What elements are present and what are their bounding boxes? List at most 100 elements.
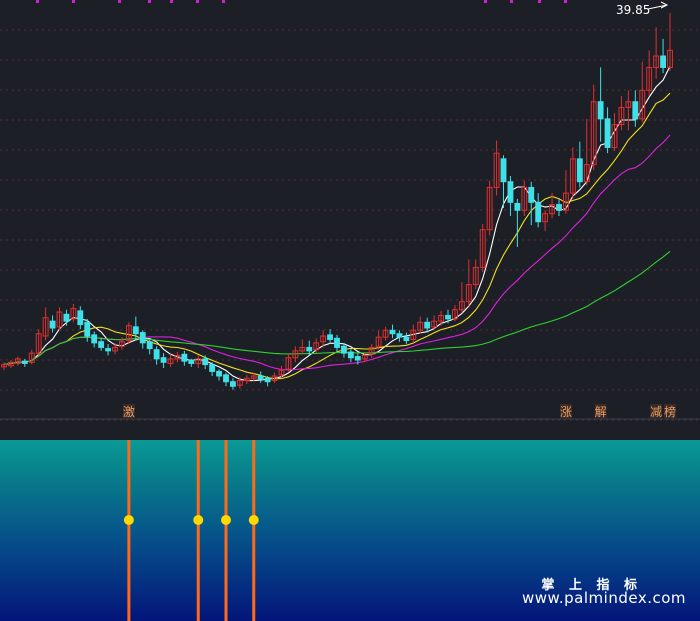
candle: [653, 27, 660, 79]
candle: [660, 38, 666, 74]
candle: [216, 369, 222, 381]
candle: [493, 140, 500, 196]
candle-body: [306, 346, 313, 352]
signal-panel: 掌 上 指 标 www.palmindex.com: [0, 440, 700, 621]
candle-body: [500, 158, 507, 183]
candle: [77, 306, 84, 330]
candle-body: [576, 158, 583, 183]
candle: [209, 362, 216, 376]
candle: [563, 170, 569, 214]
candle-body: [146, 341, 153, 350]
candle: [479, 224, 486, 272]
signal-dot: [193, 515, 204, 525]
candle: [188, 358, 195, 367]
candle-body: [105, 348, 111, 352]
event-marker-label: 激: [123, 405, 135, 419]
event-marker: 减: [650, 404, 662, 419]
candle: [285, 353, 292, 372]
candle: [604, 107, 611, 154]
candle: [181, 350, 188, 366]
candle: [195, 355, 202, 368]
top-edge-mark: [36, 0, 39, 3]
candle-body: [604, 118, 611, 148]
candle-body: [230, 381, 236, 387]
candle: [84, 318, 91, 342]
candle: [431, 315, 438, 331]
candle: [21, 358, 28, 367]
candle-body: [445, 314, 451, 320]
top-edge-marks: [36, 0, 567, 3]
candle-body: [535, 201, 542, 223]
candle-body: [49, 320, 56, 329]
top-edge-mark: [564, 0, 567, 3]
candle: [486, 180, 493, 236]
candle: [334, 334, 340, 352]
event-marker-label: 榜: [664, 404, 676, 419]
candle: [98, 338, 105, 351]
candle-body: [160, 357, 167, 363]
moving-averages: [3, 66, 671, 382]
candle-body: [98, 341, 105, 348]
candle: [639, 61, 646, 123]
candle-body: [514, 202, 521, 211]
candle: [146, 339, 153, 355]
candle: [452, 305, 458, 322]
candle: [230, 378, 236, 390]
candle: [514, 198, 521, 247]
candle-body: [84, 321, 91, 337]
event-marker-label: 涨: [560, 404, 572, 419]
candle: [382, 326, 389, 341]
top-edge-mark: [170, 0, 173, 3]
candle-body: [91, 334, 98, 344]
candle: [42, 307, 49, 341]
candle-body: [556, 204, 562, 211]
candle-body: [132, 326, 139, 335]
candle-body: [327, 334, 333, 340]
candle: [611, 113, 618, 151]
top-edge-mark: [196, 0, 199, 3]
candle-body: [507, 181, 514, 203]
high-price-arrow: [647, 4, 668, 10]
candle-body: [63, 313, 70, 322]
candle: [625, 90, 632, 131]
candle: [472, 259, 479, 290]
candle: [438, 310, 444, 326]
candle: [521, 180, 528, 216]
event-marker: 榜: [664, 404, 676, 419]
candle-body: [77, 310, 84, 326]
candle-body: [396, 333, 403, 338]
ma5-line: [3, 66, 671, 382]
price-annotation: 39.85: [616, 1, 669, 17]
candle-body: [354, 356, 361, 361]
candle: [243, 374, 250, 384]
event-marker: 解: [594, 404, 607, 419]
candle-body: [223, 374, 229, 383]
candle-body: [347, 351, 354, 359]
candle: [223, 372, 229, 387]
event-marker-label: 减: [650, 405, 662, 419]
candle: [91, 331, 98, 348]
candle: [528, 181, 535, 226]
signal-bars: [123, 440, 259, 621]
candle-body: [403, 336, 410, 342]
candle: [542, 210, 549, 231]
candle: [28, 349, 35, 365]
candle: [202, 355, 209, 370]
candle: [105, 344, 111, 356]
candle: [56, 307, 63, 331]
top-edge-mark: [484, 0, 487, 3]
candle: [465, 259, 472, 307]
top-edge-mark: [538, 0, 541, 3]
candle: [167, 354, 174, 367]
candle-body: [188, 359, 195, 364]
event-markers: 激 涨 解 减榜: [122, 404, 676, 419]
candle: [632, 90, 639, 127]
candle: [667, 13, 673, 71]
candle: [618, 96, 625, 131]
candle-body: [341, 345, 347, 354]
candle: [1, 362, 7, 371]
candle: [257, 371, 264, 383]
candle: [139, 330, 146, 349]
candle: [14, 356, 21, 366]
candle: [646, 50, 653, 96]
